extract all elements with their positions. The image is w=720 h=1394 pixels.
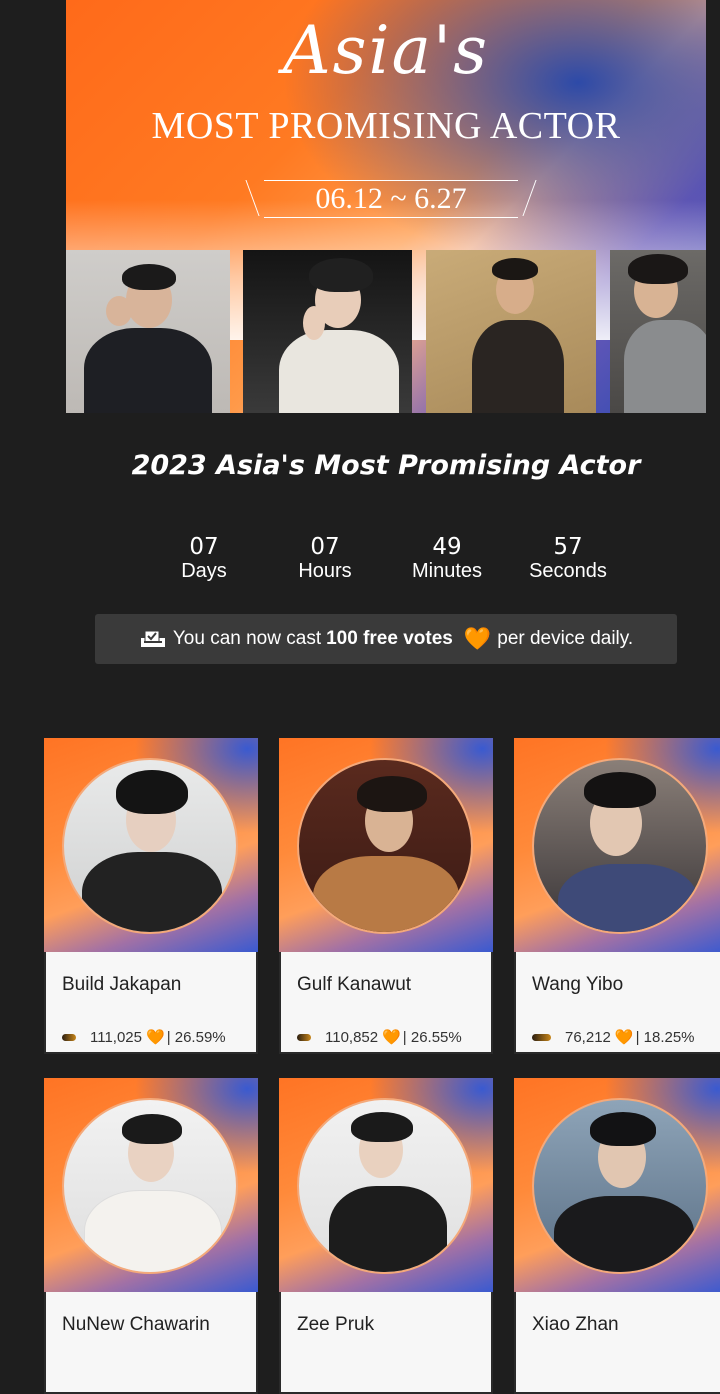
banner-photo-strip [66, 250, 706, 413]
vote-percent: | 26.55% [402, 1028, 462, 1046]
candidate-name: Gulf Kanawut [297, 974, 412, 995]
candidate-stats: 76,212 🧡 | 18.25% [516, 1018, 720, 1046]
candidate-card[interactable]: Gulf Kanawut 110,852 🧡 | 26.55% [279, 738, 493, 1054]
countdown-value: 57 [553, 534, 583, 560]
countdown-timer: 07 Days 07 Hours 49 Minutes 57 Seconds [0, 534, 720, 594]
candidate-name: NuNew Chawarin [62, 1314, 210, 1335]
countdown-value: 07 [189, 534, 219, 560]
countdown-label: Seconds [529, 560, 607, 582]
vote-share-bar [62, 1033, 76, 1041]
banner-main-title: MOST PROMISING ACTOR [151, 105, 621, 147]
countdown-value: 49 [432, 534, 462, 560]
candidate-name: Wang Yibo [532, 974, 624, 995]
candidate-photo-panel [44, 738, 258, 952]
candidate-stats: 110,852 🧡 | 26.55% [281, 1018, 491, 1046]
avatar [297, 1098, 473, 1274]
free-votes-notice: You can now cast 100 free votes 🧡 per de… [95, 614, 677, 664]
candidate-card[interactable]: Xiao Zhan [514, 1078, 720, 1394]
heart-icon: 🧡 [382, 1029, 401, 1046]
banner-script-title: Asia's [282, 12, 489, 89]
candidate-photo-panel [44, 1078, 258, 1292]
candidate-info: Build Jakapan 111,025 🧡 | 26.59% [44, 952, 258, 1054]
candidate-card[interactable]: NuNew Chawarin [44, 1078, 258, 1394]
vote-share-bar [297, 1033, 311, 1041]
avatar [62, 1098, 238, 1274]
notice-bold: 100 free votes [326, 628, 453, 649]
candidate-info: Wang Yibo 76,212 🧡 | 18.25% [514, 952, 720, 1054]
ballot-box-icon [139, 630, 167, 648]
notice-suffix: per device daily. [497, 628, 634, 649]
candidate-card[interactable]: Zee Pruk [279, 1078, 493, 1394]
banner-photo [243, 250, 412, 413]
candidate-photo-panel [514, 1078, 720, 1292]
candidate-photo-panel [279, 1078, 493, 1292]
banner-dates: 06.12 ~ 6.27 [264, 180, 518, 218]
candidate-info: NuNew Chawarin [44, 1292, 258, 1394]
candidate-info: Zee Pruk [279, 1292, 493, 1394]
vote-percent: | 18.25% [635, 1028, 695, 1046]
vote-share-bar [532, 1033, 551, 1041]
banner-photo [66, 250, 230, 413]
candidate-photo-panel [279, 738, 493, 952]
candidate-card[interactable]: Wang Yibo 76,212 🧡 | 18.25% [514, 738, 720, 1054]
avatar [532, 1098, 708, 1274]
vote-count: 111,025 [90, 1028, 142, 1046]
avatar [62, 758, 238, 934]
countdown-minutes: 49 Minutes [392, 534, 502, 582]
vote-count: 110,852 [325, 1028, 379, 1046]
page-title: 2023 Asia's Most Promising Actor [131, 450, 641, 481]
countdown-seconds: 57 Seconds [513, 534, 623, 582]
heart-icon: 🧡 [463, 626, 492, 651]
candidate-info: Gulf Kanawut 110,852 🧡 | 26.55% [279, 952, 493, 1054]
countdown-value: 07 [310, 534, 340, 560]
candidate-info: Xiao Zhan [514, 1292, 720, 1394]
vote-count: 76,212 [565, 1028, 611, 1046]
heart-icon: 🧡 [146, 1029, 165, 1046]
vote-percent: | 26.59% [166, 1028, 226, 1046]
countdown-hours: 07 Hours [270, 534, 380, 582]
event-banner: Asia's MOST PROMISING ACTOR 06.12 ~ 6.27 [66, 0, 706, 413]
candidate-card[interactable]: Build Jakapan 111,025 🧡 | 26.59% [44, 738, 258, 1054]
heart-icon: 🧡 [614, 1029, 634, 1046]
countdown-label: Minutes [411, 560, 483, 582]
candidate-photo-panel [514, 738, 720, 952]
countdown-label: Days [181, 560, 227, 582]
candidate-name: Zee Pruk [297, 1314, 375, 1335]
avatar [297, 758, 473, 934]
banner-photo [426, 250, 596, 413]
banner-photo [610, 250, 706, 413]
countdown-label: Hours [298, 560, 352, 582]
notice-prefix: You can now cast [172, 628, 322, 649]
avatar [532, 758, 708, 934]
countdown-days: 07 Days [149, 534, 259, 582]
candidate-name: Xiao Zhan [532, 1314, 619, 1335]
candidate-name: Build Jakapan [62, 974, 182, 995]
candidate-stats: 111,025 🧡 | 26.59% [46, 1018, 256, 1046]
